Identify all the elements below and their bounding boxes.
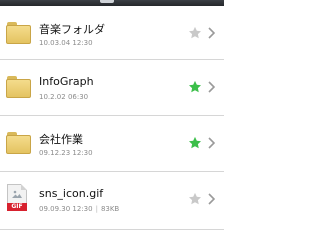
folder-icon [6, 76, 31, 98]
item-date: 10.2.02 06:30 [39, 93, 89, 101]
chevron-right-icon[interactable] [208, 193, 215, 205]
item-meta: 10.2.02 06:30 [39, 93, 88, 101]
star-icon[interactable] [188, 80, 202, 94]
chevron-right-icon[interactable] [208, 81, 215, 93]
star-icon[interactable] [188, 192, 202, 206]
folder-icon [6, 22, 31, 44]
star-icon[interactable] [188, 136, 202, 150]
item-meta: 09.12.23 12:30 [39, 149, 93, 157]
item-name: sns_icon.gif [39, 187, 104, 200]
item-meta: 10.03.04 12:30 [39, 39, 93, 47]
star-icon[interactable] [188, 26, 202, 40]
meta-separator: | [95, 205, 98, 213]
folder-icon [6, 132, 31, 154]
item-meta: 09.09.30 12:30 | 83KB [39, 205, 119, 213]
item-name: 音楽フォルダ [39, 23, 105, 36]
chevron-right-icon[interactable] [208, 137, 215, 149]
list-item-file[interactable]: GIF sns_icon.gif 09.09.30 12:30 | 83KB [0, 172, 224, 230]
chevron-right-icon[interactable] [208, 27, 215, 39]
image-icon [12, 190, 22, 198]
file-list: 音楽フォルダ 10.03.04 12:30 InfoGraph 10.2.02 … [0, 6, 224, 230]
list-item-folder[interactable]: InfoGraph 10.2.02 06:30 [0, 60, 224, 116]
gif-badge: GIF [7, 203, 27, 211]
item-name: InfoGraph [39, 75, 94, 88]
top-bar-handle [100, 0, 114, 3]
gif-file-icon: GIF [7, 184, 27, 211]
list-item-folder[interactable]: 音楽フォルダ 10.03.04 12:30 [0, 6, 224, 60]
item-date: 09.09.30 12:30 [39, 205, 93, 213]
item-size: 83KB [100, 205, 120, 213]
list-item-folder[interactable]: 会社作業 09.12.23 12:30 [0, 116, 224, 172]
item-name: 会社作業 [39, 133, 83, 146]
item-date: 09.12.23 12:30 [39, 149, 93, 157]
item-date: 10.03.04 12:30 [39, 39, 93, 47]
